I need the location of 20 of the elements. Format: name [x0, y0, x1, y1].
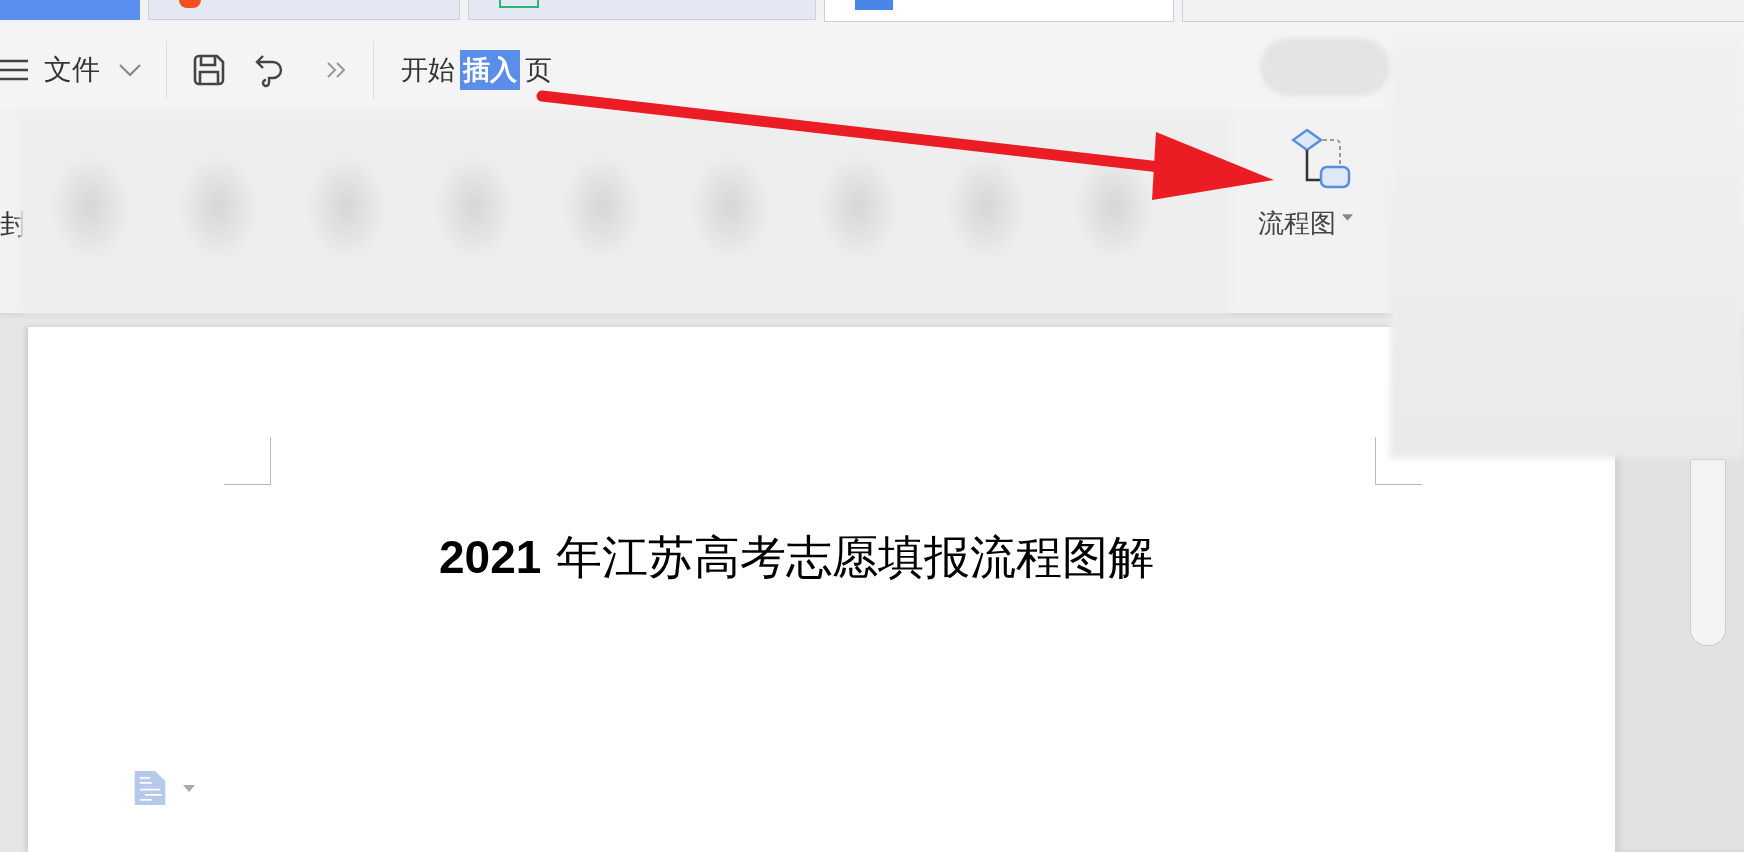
- scrollbar-thumb[interactable]: [1690, 459, 1726, 646]
- document-title: 2021 年江苏高考志愿填报流程图解: [439, 529, 1154, 586]
- caret-icon[interactable]: [183, 784, 195, 792]
- save-icon[interactable]: [191, 52, 227, 88]
- paragraph-icon[interactable]: [133, 769, 167, 807]
- ribbon-label: 封: [0, 207, 28, 243]
- tab[interactable]: [148, 0, 460, 20]
- margin-mark: [224, 437, 271, 485]
- app-icon: [179, 0, 201, 8]
- caret-icon[interactable]: [1342, 214, 1353, 221]
- chevron-down-icon[interactable]: [118, 63, 142, 77]
- menu-icon[interactable]: [0, 58, 30, 82]
- app-icon: [855, 0, 893, 10]
- tab[interactable]: [824, 0, 1174, 22]
- ribbon-tab[interactable]: 开始: [398, 50, 458, 90]
- file-menu[interactable]: 文件: [44, 51, 100, 89]
- flowchart-icon: [1290, 128, 1351, 190]
- ribbon-tab[interactable]: 页: [522, 50, 555, 90]
- app-icon: [499, 0, 539, 8]
- flowchart-button[interactable]: 流程图: [1258, 128, 1353, 241]
